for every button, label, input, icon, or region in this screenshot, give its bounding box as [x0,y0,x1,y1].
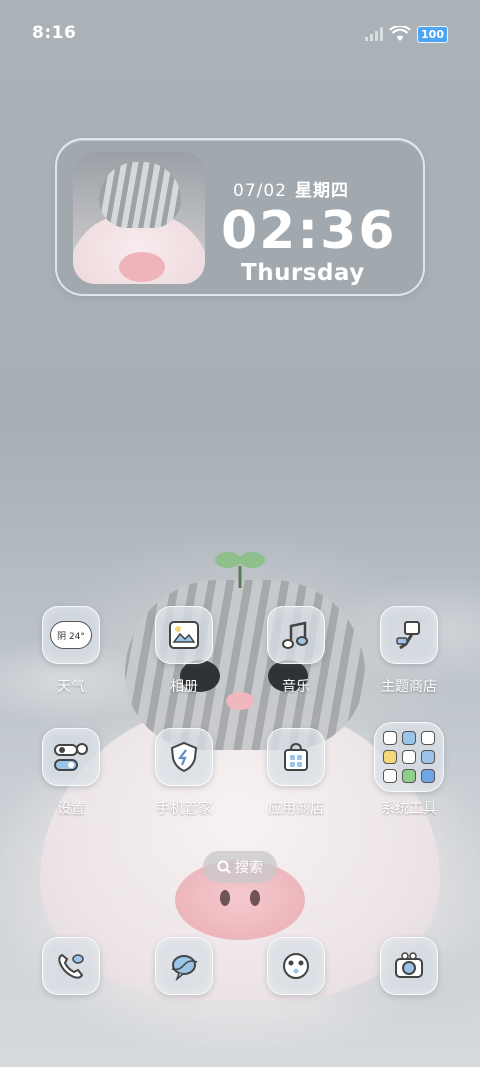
app-system-tools-folder[interactable]: 系统工具 [369,722,449,818]
folder-icon[interactable] [374,722,444,792]
cellular-signal-icon [365,27,384,41]
phone-handset-icon [58,953,84,979]
app-weather[interactable]: 阴 24° 天气 [31,606,111,696]
folder-app-icon [383,750,397,764]
app-settings[interactable]: 设置 [31,728,111,818]
app-gallery[interactable]: 相册 [144,606,224,696]
app-label: 主题商店 [381,679,437,695]
globe-icon [283,953,309,979]
widget-day: Thursday [241,260,365,286]
app-theme-store[interactable]: 主题商店 [369,606,449,696]
gallery-icon[interactable] [155,606,213,664]
music-icon[interactable] [267,606,325,664]
weather-cloud: 阴 24° [50,621,92,649]
folder-app-icon [402,731,416,745]
dock-phone[interactable] [31,937,111,995]
browser-icon[interactable] [267,937,325,995]
widget-date: 07/02 [233,181,287,201]
status-bar: 8:16 100 [0,0,480,68]
phone-icon[interactable] [42,937,100,995]
app-label: 天气 [57,679,85,695]
widget-photo-pig-snout [119,252,165,282]
dock-camera[interactable] [369,937,449,995]
theme-brush-icon[interactable] [380,606,438,664]
folder-app-icon [383,769,397,783]
settings-toggle-icon[interactable] [42,728,100,786]
folder-app-icon [383,731,397,745]
wallpaper-cat-nose [226,692,254,710]
clock-widget[interactable]: 07/02 星期四 02:36 Thursday [55,138,425,296]
shield-icon [170,741,198,773]
app-app-store[interactable]: 应用商店 [256,728,336,818]
folder-app-icon [421,769,435,783]
gallery-picture-icon [169,621,199,649]
widget-date-line: 07/02 星期四 [233,176,349,201]
app-label: 应用商店 [268,801,324,817]
camera-icon[interactable] [380,937,438,995]
dock-browser[interactable] [256,937,336,995]
music-note-icon [282,621,308,649]
wallpaper-sprout [215,552,265,588]
chat-bubble-icon [171,955,198,982]
wifi-icon [389,26,411,41]
status-time: 8:16 [32,23,77,43]
search-button[interactable]: 搜索 [203,851,277,883]
widget-photo [73,152,205,284]
folder-app-icon [402,769,416,783]
paint-brush-icon [396,621,420,650]
folder-grid [383,731,435,783]
security-shield-icon[interactable] [155,728,213,786]
battery-icon: 100 [417,25,448,43]
app-phone-manager[interactable]: 手机管家 [144,728,224,818]
app-label: 音乐 [282,679,310,695]
settings-switches-icon [54,743,88,771]
widget-weekday: 星期四 [295,181,349,201]
widget-clock: 02:36 [221,201,397,261]
search-label: 搜索 [235,860,263,876]
shopping-bag-icon[interactable] [267,728,325,786]
app-label: 手机管家 [156,801,212,817]
search-icon [217,860,231,874]
camera-body-icon [395,952,423,978]
messages-icon[interactable] [155,937,213,995]
folder-app-icon [402,750,416,764]
folder-app-icon [421,731,435,745]
app-label: 相册 [170,679,198,695]
app-label: 设置 [57,801,85,817]
bag-icon [284,742,308,771]
app-music[interactable]: 音乐 [256,606,336,696]
app-label: 系统工具 [381,801,437,817]
folder-app-icon [421,750,435,764]
weather-icon[interactable]: 阴 24° [42,606,100,664]
dock-messages[interactable] [144,937,224,995]
widget-photo-cat [99,162,181,228]
status-icons: 100 [365,25,448,43]
